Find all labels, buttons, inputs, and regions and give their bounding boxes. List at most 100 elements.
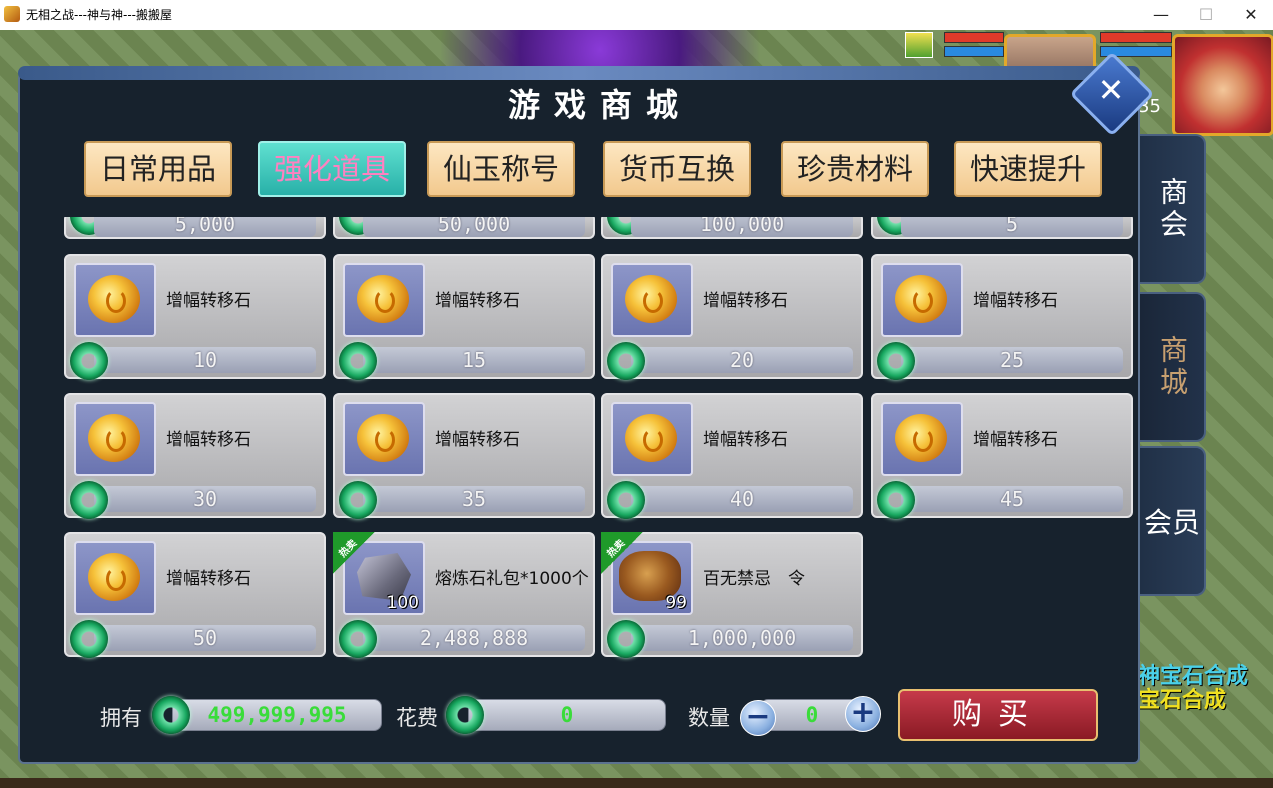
item-stack-count: 99 [665, 593, 687, 613]
jade-currency-icon [607, 620, 645, 658]
item-card[interactable]: 增幅转移石 20 [601, 254, 863, 380]
jade-currency-icon [339, 481, 377, 519]
jade-currency-icon [607, 342, 645, 380]
gift-icon[interactable] [905, 32, 933, 58]
item-name: 增幅转移石 [973, 291, 1058, 311]
item-slot[interactable] [611, 263, 693, 337]
gem-synthesis-link-2[interactable]: 宝石合成 [1138, 682, 1226, 714]
item-card[interactable]: 增幅转移石 40 [601, 393, 863, 519]
target-status-bars [944, 32, 1004, 62]
item-name: 增幅转移石 [166, 291, 251, 311]
item-card[interactable]: 增幅转移石 45 [871, 393, 1133, 519]
item-price: 1,000,000 [631, 625, 853, 651]
jade-currency-icon [152, 696, 190, 734]
item-slot[interactable] [881, 263, 963, 337]
close-window-button[interactable]: ✕ [1228, 0, 1273, 30]
item-slot[interactable] [343, 263, 425, 337]
hot-sale-badge: 热卖 [333, 532, 375, 574]
quantity-label: 数量 [688, 706, 730, 730]
jade-currency-icon [339, 342, 377, 380]
item-card-partial[interactable]: 100,000 [601, 217, 863, 239]
owned-balance: 499,999,995 [172, 699, 382, 731]
window-title: 无相之战---神与神---搬搬屋 [26, 8, 172, 22]
side-tab-member[interactable]: 会员 [1140, 446, 1206, 596]
item-name: 熔炼石礼包*1000个 [435, 569, 589, 589]
game-bottom-bar [0, 778, 1273, 788]
item-price: 50 [94, 625, 316, 651]
item-price: 20 [631, 347, 853, 373]
increase-quantity-button[interactable]: + [845, 696, 881, 732]
side-tab-mall[interactable]: 商城 [1140, 292, 1206, 442]
item-stack-count: 100 [386, 593, 419, 613]
item-slot[interactable] [74, 263, 156, 337]
item-name: 增幅转移石 [166, 430, 251, 450]
tab-jade-titles[interactable]: 仙玉称号 [427, 141, 575, 197]
item-price: 25 [901, 347, 1123, 373]
amplify-stone-icon [357, 275, 409, 323]
item-grid[interactable]: 5,000 50,000 100,000 5 增幅转移石 10 增幅转移石 15… [64, 217, 1136, 662]
item-card-partial[interactable]: 5 [871, 217, 1133, 239]
item-price: 40 [631, 486, 853, 512]
item-slot[interactable] [881, 402, 963, 476]
item-card[interactable]: 增幅转移石 35 [333, 393, 595, 519]
item-name: 增幅转移石 [435, 430, 520, 450]
item-name: 增幅转移石 [435, 291, 520, 311]
app-icon [4, 6, 20, 22]
jade-currency-icon [607, 481, 645, 519]
amplify-stone-icon [895, 275, 947, 323]
item-name: 百无禁忌 令 [703, 569, 805, 589]
decrease-quantity-button[interactable]: − [740, 700, 776, 736]
item-price: 100,000 [631, 217, 853, 237]
item-card[interactable]: 增幅转移石 15 [333, 254, 595, 380]
item-name: 增幅转移石 [166, 569, 251, 589]
item-card[interactable]: 增幅转移石 25 [871, 254, 1133, 380]
window-titlebar: 无相之战---神与神---搬搬屋 — ☐ ✕ [0, 0, 1273, 31]
amplify-stone-icon [625, 414, 677, 462]
jade-currency-icon [70, 342, 108, 380]
shop-title: 游戏商城 [507, 86, 692, 124]
item-card[interactable]: 增幅转移石 30 [64, 393, 326, 519]
cost-value: 0 [468, 699, 666, 731]
jade-currency-icon [446, 696, 484, 734]
amplify-stone-icon [357, 414, 409, 462]
item-slot[interactable] [74, 402, 156, 476]
item-slot[interactable] [611, 402, 693, 476]
maximize-button[interactable]: ☐ [1183, 0, 1229, 30]
item-name: 增幅转移石 [703, 430, 788, 450]
tab-currency-exchange[interactable]: 货币互换 [603, 141, 751, 197]
item-price: 30 [94, 486, 316, 512]
cost-label: 花费 [396, 706, 438, 730]
item-slot[interactable] [74, 541, 156, 615]
item-card[interactable]: 100 热卖 熔炼石礼包*1000个 2,488,888 [333, 532, 595, 658]
item-card-partial[interactable]: 50,000 [333, 217, 595, 239]
item-card-partial[interactable]: 5,000 [64, 217, 326, 239]
amplify-stone-icon [88, 414, 140, 462]
amplify-stone-icon [625, 275, 677, 323]
tab-enhance-items[interactable]: 强化道具 [258, 141, 406, 197]
item-card[interactable]: 99 热卖 百无禁忌 令 1,000,000 [601, 532, 863, 658]
item-card[interactable]: 增幅转移石 50 [64, 532, 326, 658]
amplify-stone-icon [88, 275, 140, 323]
panel-ornament [18, 66, 1140, 80]
close-icon[interactable]: ✕ [1093, 72, 1129, 108]
item-price: 45 [901, 486, 1123, 512]
hot-sale-badge: 热卖 [601, 532, 643, 574]
tab-daily-items[interactable]: 日常用品 [84, 141, 232, 197]
item-name: 增幅转移石 [703, 291, 788, 311]
item-price: 35 [363, 486, 585, 512]
minimize-button[interactable]: — [1138, 0, 1184, 30]
item-name: 增幅转移石 [973, 430, 1058, 450]
item-price: 5 [901, 217, 1123, 237]
jade-currency-icon [70, 481, 108, 519]
jade-currency-icon [877, 342, 915, 380]
item-price: 10 [94, 347, 316, 373]
item-slot[interactable] [343, 402, 425, 476]
tab-fast-upgrade[interactable]: 快速提升 [954, 141, 1102, 197]
item-price: 5,000 [94, 217, 316, 237]
tab-precious-materials[interactable]: 珍贵材料 [781, 141, 929, 197]
item-card[interactable]: 增幅转移石 10 [64, 254, 326, 380]
jade-currency-icon [339, 620, 377, 658]
buy-button[interactable]: 购买 [898, 689, 1098, 741]
side-tab-guild-shop[interactable]: 商会 [1140, 134, 1206, 284]
amplify-stone-icon [895, 414, 947, 462]
